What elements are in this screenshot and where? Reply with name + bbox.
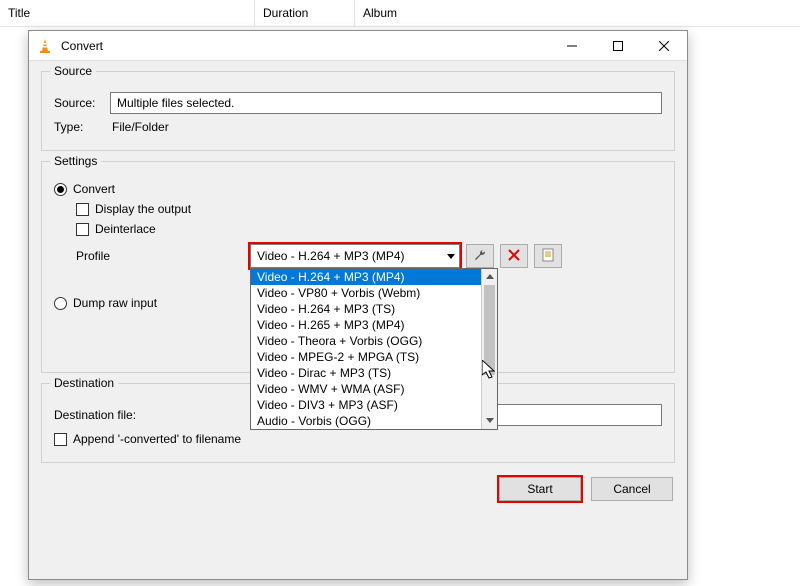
source-group: Source Source: Type: File/Folder: [41, 71, 675, 151]
vlc-cone-icon: [37, 38, 53, 54]
delete-x-icon: [508, 249, 520, 264]
wrench-icon: [473, 248, 487, 265]
profile-option[interactable]: Audio - Vorbis (OGG): [251, 413, 497, 429]
profile-option[interactable]: Video - Dirac + MP3 (TS): [251, 365, 497, 381]
background-table-header: Title Duration Album: [0, 0, 800, 27]
type-value: File/Folder: [110, 120, 169, 134]
cancel-button[interactable]: Cancel: [591, 477, 673, 501]
checkbox-icon: [76, 223, 89, 236]
checkbox-icon: [76, 203, 89, 216]
profile-option[interactable]: Video - VP80 + Vorbis (Webm): [251, 285, 497, 301]
profile-option[interactable]: Video - MPEG-2 + MPGA (TS): [251, 349, 497, 365]
col-duration[interactable]: Duration: [255, 0, 355, 26]
new-file-icon: [542, 248, 554, 265]
source-label: Source:: [54, 96, 102, 110]
profile-dropdown-list[interactable]: Video - H.264 + MP3 (MP4) Video - VP80 +…: [250, 268, 498, 430]
profile-option[interactable]: Video - WMV + WMA (ASF): [251, 381, 497, 397]
display-output-checkbox[interactable]: Display the output: [76, 202, 662, 216]
settings-group: Settings Convert Display the output Dein…: [41, 161, 675, 373]
start-button[interactable]: Start: [499, 477, 581, 501]
profile-option[interactable]: Video - DIV3 + MP3 (ASF): [251, 397, 497, 413]
window-title: Convert: [61, 39, 549, 53]
titlebar: Convert: [29, 31, 687, 61]
profile-selected-value: Video - H.264 + MP3 (MP4): [257, 249, 405, 263]
source-group-label: Source: [50, 64, 96, 78]
append-converted-label: Append '-converted' to filename: [73, 432, 241, 446]
edit-profile-button[interactable]: [466, 244, 494, 268]
maximize-button[interactable]: [595, 31, 641, 61]
close-button[interactable]: [641, 31, 687, 61]
deinterlace-label: Deinterlace: [95, 222, 156, 236]
display-output-label: Display the output: [95, 202, 191, 216]
convert-dialog: Convert Source Source: Type: File/Folder…: [28, 30, 688, 580]
radio-icon: [54, 183, 67, 196]
profile-option[interactable]: Video - H.264 + MP3 (MP4): [251, 269, 497, 285]
profile-option[interactable]: Video - Theora + Vorbis (OGG): [251, 333, 497, 349]
dump-raw-label: Dump raw input: [73, 296, 157, 310]
append-converted-checkbox[interactable]: Append '-converted' to filename: [54, 432, 662, 446]
delete-profile-button[interactable]: [500, 244, 528, 268]
profile-select[interactable]: Video - H.264 + MP3 (MP4): [250, 244, 460, 268]
profile-option[interactable]: Video - H.264 + MP3 (TS): [251, 301, 497, 317]
profile-option[interactable]: Video - H.265 + MP3 (MP4): [251, 317, 497, 333]
checkbox-icon: [54, 433, 67, 446]
deinterlace-checkbox[interactable]: Deinterlace: [76, 222, 662, 236]
scrollbar-thumb[interactable]: [484, 285, 495, 375]
dialog-footer: Start Cancel: [29, 469, 687, 509]
chevron-down-icon: [447, 249, 455, 263]
new-profile-button[interactable]: [534, 244, 562, 268]
convert-radio-label: Convert: [73, 182, 115, 196]
destination-group-label: Destination: [50, 376, 118, 390]
convert-radio[interactable]: Convert: [54, 182, 662, 196]
scroll-down-icon[interactable]: [482, 413, 497, 429]
minimize-button[interactable]: [549, 31, 595, 61]
destination-file-label: Destination file:: [54, 408, 264, 422]
dropdown-scrollbar[interactable]: [481, 269, 497, 429]
col-title[interactable]: Title: [0, 0, 255, 26]
settings-group-label: Settings: [50, 154, 101, 168]
scroll-up-icon[interactable]: [482, 269, 497, 285]
source-input[interactable]: [110, 92, 662, 114]
col-album[interactable]: Album: [355, 0, 800, 26]
type-label: Type:: [54, 120, 102, 134]
profile-label: Profile: [54, 249, 244, 263]
radio-icon: [54, 297, 67, 310]
